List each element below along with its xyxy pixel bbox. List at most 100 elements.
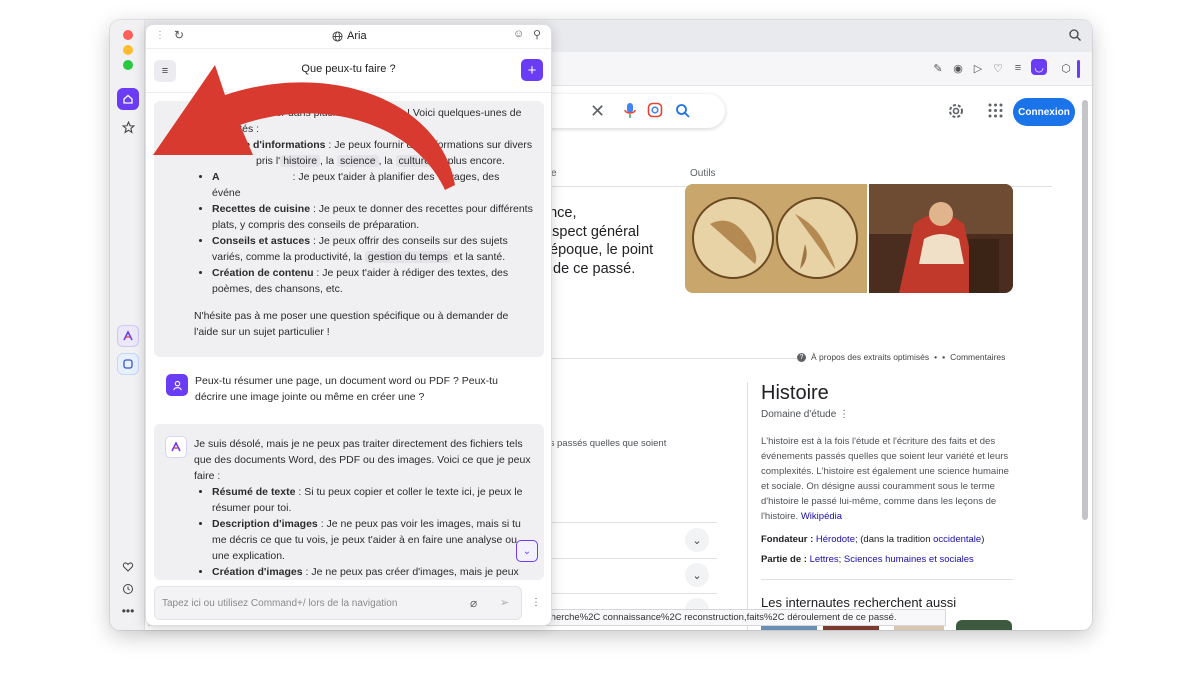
input-options-icon[interactable]: ⋮ [531,597,541,608]
list-item: Description d'images : Je ne peux pas vo… [212,516,534,564]
chat-input-placeholder: Tapez ici ou utilisez Command+/ lors de … [162,598,398,609]
chevron-down-icon: ⌄ [692,534,702,547]
divider [517,358,797,359]
founder-link[interactable]: Hérodote [816,534,855,545]
connexion-button[interactable]: Connexion [1013,98,1075,126]
founder-end: ) [981,534,985,545]
list-item: Création de contenu : Je peux t'aider à … [212,265,534,297]
aria-avatar [165,436,187,458]
knowledge-description: L'histoire est à la fois l'étude et l'éc… [761,434,1016,524]
aria-logo-icon [123,330,133,341]
search-icon[interactable] [675,103,691,119]
attach-icon[interactable]: ⌀ [470,596,477,610]
world-map-image[interactable] [685,184,867,293]
edit-icon[interactable]: ✎ [931,61,945,75]
assistant-message: Je suis désolé, mais je ne peux pas trai… [154,424,544,580]
tab-outils[interactable]: Outils [690,168,716,179]
search-tabs-button[interactable] [1068,28,1084,44]
more-options-icon[interactable]: ⋮ [839,409,849,420]
star-icon [121,120,135,134]
pin-icon[interactable]: ⚲ [533,28,541,41]
expand-question-button[interactable]: ⌄ [685,528,709,552]
feedback-icon: ▪ [942,352,946,362]
sidebar-rail: ••• [110,20,145,630]
feedback-link[interactable]: Commentaires [950,352,1005,362]
user-icon [172,380,182,390]
extension-icon[interactable]: ⬡ [1059,61,1073,75]
message-outro: N'hésite pas à me poser une question spé… [194,310,509,338]
microphone-icon[interactable] [623,102,637,120]
search-icon [1069,29,1081,41]
painting-image[interactable] [869,184,1013,293]
reload-icon[interactable]: ↻ [174,28,184,42]
apps-grid-icon[interactable] [988,103,1003,118]
settings-gear-icon[interactable] [947,102,965,120]
capabilities-list: Résumé de texte : Si tu peux copier et c… [194,484,534,580]
about-snippets-link[interactable]: À propos des extraits optimisés [811,352,929,362]
heart-icon[interactable]: ♡ [991,61,1005,75]
knowledge-subtitle-text: Domaine d'étude [761,409,837,420]
scroll-down-button[interactable]: ⌄ [516,540,538,562]
more-button[interactable]: ••• [117,600,139,622]
history-button[interactable] [117,578,139,600]
minimize-window-button[interactable] [123,45,133,55]
send-icon[interactable]: ➢ [500,596,509,609]
separator-dot: • [934,352,938,362]
keyword-chip[interactable]: gestion du temps [364,251,451,263]
emoji-icon[interactable]: ☺ [513,28,524,40]
item-title: Création d'images [212,566,303,578]
item-title: Conseils et astuces [212,235,311,247]
aria-app-button[interactable] [117,325,139,347]
sciences-humaines-link[interactable]: Sciences humaines et sociales [844,554,974,565]
user-avatar [166,374,188,396]
wikipedia-link[interactable]: Wikipédia [801,511,842,522]
part-label: Partie de : [761,554,807,565]
item-title: Résumé de texte [212,486,296,498]
new-chat-button[interactable]: + [521,59,543,81]
founder-row: Fondateur : Hérodote; (dans la tradition… [761,534,1016,545]
home-button[interactable] [117,88,139,110]
knowledge-subtitle: Domaine d'étude ⋮ [761,409,1016,420]
lettres-link[interactable]: Lettres [810,554,839,565]
app-shortcut-button[interactable] [117,353,139,375]
drag-handle-icon[interactable]: ⋮ [155,30,165,41]
more-dots-icon: ••• [121,604,135,618]
list-icon[interactable]: ≡ [1011,61,1025,75]
list-item: Création d'images : Je ne peux pas créer… [212,564,534,580]
aria-tab-label: Aria [347,30,367,42]
item-text: et la santé. [450,251,506,263]
globe-icon [332,30,343,42]
snippet-feedback-row: ? À propos des extraits optimisés • ▪ Co… [797,352,1005,362]
aria-titlebar: ⋮ ↻ Aria ☺ ⚲ [146,25,551,49]
chevron-down-icon: ⌄ [692,569,702,582]
divider [761,579,1013,580]
chat-input[interactable]: Tapez ici ou utilisez Command+/ lors de … [154,586,522,620]
list-item: Résumé de texte : Si tu peux copier et c… [212,484,534,516]
knowledge-panel: Histoire Domaine d'étude ⋮ L'histoire es… [761,382,1016,610]
page-scrollbar[interactable] [1082,100,1088,520]
home-icon [123,94,133,104]
bookmarks-button[interactable] [117,116,139,138]
camera-icon[interactable]: ◉ [951,61,965,75]
close-window-button[interactable] [123,30,133,40]
lens-icon[interactable] [647,102,663,118]
founder-text: ; (dans la tradition [854,534,934,545]
aria-tab-title: Aria [332,30,367,42]
profile-icon[interactable]: ◡ [1031,59,1047,75]
aria-logo-icon [171,441,181,452]
part-of-row: Partie de : Lettres; Sciences humaines e… [761,554,1016,565]
user-message: Peux-tu résumer une page, un document wo… [195,375,498,403]
occidentale-link[interactable]: occidentale [933,534,981,545]
knowledge-title: Histoire [761,382,829,404]
list-item: Conseils et astuces : Je peux offrir des… [212,233,534,265]
maximize-window-button[interactable] [123,60,133,70]
favorites-button[interactable] [117,556,139,578]
clear-search-icon[interactable]: ✕ [590,101,605,122]
related-thumbnail[interactable] [956,620,1012,630]
help-icon: ? [797,352,806,362]
play-icon[interactable]: ▷ [971,61,985,75]
expand-question-button[interactable]: ⌄ [685,563,709,587]
annotation-arrow [153,65,455,190]
founder-label: Fondateur : [761,534,814,545]
clock-icon [123,584,133,594]
